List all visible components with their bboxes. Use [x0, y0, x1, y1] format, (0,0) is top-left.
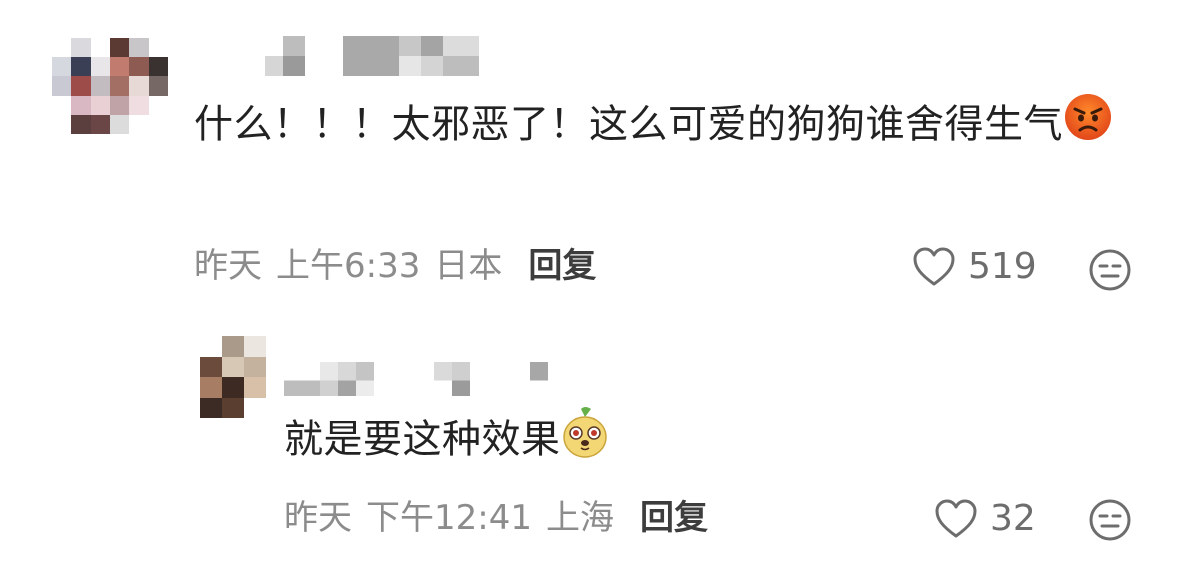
- reply-button[interactable]: 回复: [528, 246, 596, 286]
- comment-time: 下午12:41: [366, 498, 532, 538]
- dislike-button[interactable]: [1088, 248, 1132, 296]
- like-count: 32: [990, 498, 1036, 539]
- unamused-face-icon: [1089, 249, 1131, 291]
- unamused-face-icon: [1089, 499, 1131, 541]
- heart-icon: [913, 247, 955, 285]
- username-blurred[interactable]: [284, 362, 548, 396]
- comment-meta: 昨天 上午6:33 日本 回复: [194, 246, 596, 286]
- comment-location: 日本: [434, 246, 503, 286]
- reply-button[interactable]: 回复: [640, 498, 708, 538]
- cartoon-sticker-icon: [561, 405, 609, 479]
- angry-face-emoji-icon: [1063, 92, 1113, 162]
- comment-text-content: 就是要这种效果: [284, 417, 561, 463]
- dislike-button[interactable]: [1088, 498, 1132, 546]
- comment-meta: 昨天 下午12:41 上海 回复: [284, 498, 708, 538]
- comment-date: 昨天: [284, 498, 352, 538]
- comment-text: 什么！！！太邪恶了！这么可爱的狗狗谁舍得生气: [194, 92, 1154, 162]
- avatar[interactable]: [52, 38, 168, 134]
- comment-text-content: 什么！！！太邪恶了！这么可爱的狗狗谁舍得生气: [194, 102, 1064, 148]
- comment-time: 上午6:33: [276, 246, 421, 286]
- comment-date: 昨天: [194, 246, 262, 286]
- comment-text: 就是要这种效果: [284, 405, 984, 479]
- heart-icon: [935, 499, 977, 537]
- comment-location: 上海: [545, 498, 614, 538]
- like-count: 519: [968, 246, 1037, 287]
- like-button[interactable]: 519: [912, 246, 1037, 287]
- avatar[interactable]: [200, 336, 266, 418]
- username-blurred[interactable]: [265, 36, 479, 76]
- like-button[interactable]: 32: [934, 498, 1036, 539]
